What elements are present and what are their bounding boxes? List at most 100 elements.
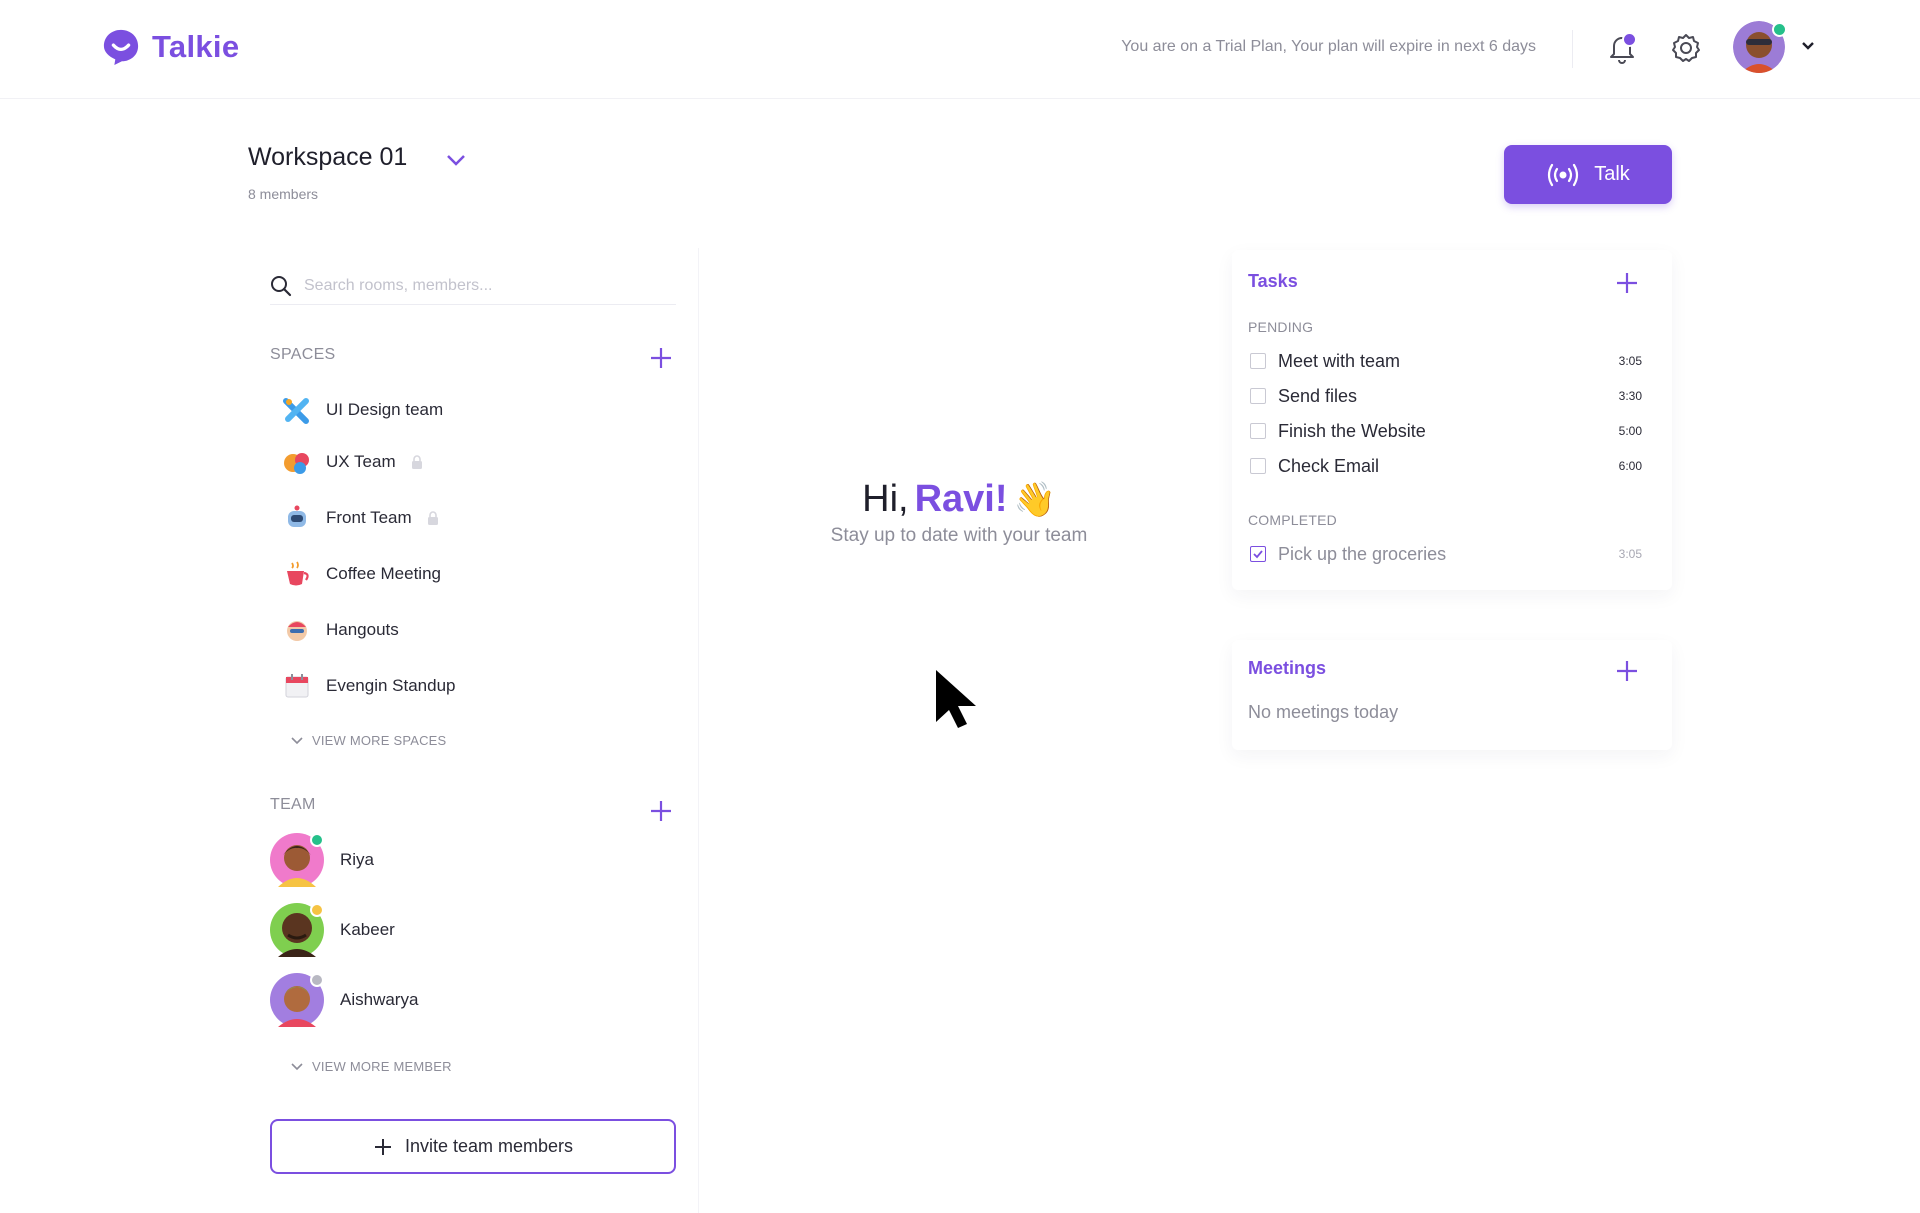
add-meeting-button[interactable]	[1614, 658, 1640, 684]
talk-button-label: Talk	[1594, 163, 1630, 185]
task-checkbox[interactable]	[1250, 423, 1266, 439]
space-label: Coffee Meeting	[326, 564, 441, 583]
lock-icon	[427, 511, 438, 525]
task-checkbox[interactable]	[1250, 388, 1266, 404]
greeting-subtitle: Stay up to date with your team	[830, 525, 1088, 546]
task-label: Pick up the groceries	[1278, 543, 1447, 564]
app-name: Talkie	[152, 29, 240, 64]
trial-notice: You are on a Trial Plan, Your plan will …	[1121, 38, 1536, 55]
chevron-down-icon	[1802, 42, 1814, 50]
team-member-riya[interactable]: Riya	[270, 833, 374, 887]
avatar	[270, 833, 324, 887]
member-name: Aishwarya	[340, 990, 419, 1009]
team-heading: TEAM	[270, 796, 316, 813]
chevron-down-icon	[447, 155, 465, 166]
completed-heading: COMPLETED	[1248, 512, 1337, 528]
task-time: 5:00	[1618, 424, 1642, 438]
profile-menu-toggle[interactable]	[1800, 38, 1816, 59]
meetings-title: Meetings	[1248, 658, 1327, 678]
talk-button[interactable]: Talk	[1504, 145, 1672, 204]
task-time: 3:05	[1618, 547, 1642, 561]
add-task-button[interactable]	[1614, 270, 1640, 296]
status-offline-dot	[310, 973, 324, 987]
task-row[interactable]: Check Email 6:00	[1250, 451, 1642, 481]
space-item-hangouts[interactable]: Hangouts	[282, 614, 399, 646]
settings-button[interactable]	[1668, 30, 1704, 66]
calendar-icon	[285, 674, 309, 698]
chevron-down-icon	[291, 736, 303, 744]
invite-team-members-button[interactable]: Invite team members	[270, 1119, 676, 1174]
avatar	[270, 903, 324, 957]
tasks-title: Tasks	[1248, 271, 1298, 291]
add-member-button[interactable]	[648, 798, 674, 824]
task-checkbox[interactable]	[1250, 353, 1266, 369]
greeting-line: Hi, Ravi! 👋	[862, 478, 1056, 521]
app-logo[interactable]: Talkie	[102, 28, 239, 66]
view-more-members-label: VIEW MORE MEMBER	[312, 1059, 452, 1074]
team-member-aishwarya[interactable]: Aishwarya	[270, 973, 418, 1027]
workspace-name: Workspace 01	[248, 143, 408, 171]
meetings-empty-state: No meetings today	[1248, 702, 1399, 722]
status-online-dot	[310, 833, 324, 847]
plus-icon	[1617, 273, 1637, 293]
space-item-coffee-meeting[interactable]: Coffee Meeting	[282, 558, 441, 590]
view-more-members-link[interactable]: VIEW MORE MEMBER	[290, 1059, 452, 1074]
member-name: Riya	[340, 850, 375, 869]
task-row[interactable]: Meet with team 3:05	[1250, 346, 1642, 376]
plus-icon	[651, 348, 671, 368]
status-away-dot	[310, 903, 324, 917]
view-more-spaces-label: VIEW MORE SPACES	[312, 733, 447, 748]
workspace-members-count: 8 members	[248, 186, 319, 202]
search-input[interactable]: Search rooms, members...	[304, 277, 493, 295]
space-item-evengin-standup[interactable]: Evengin Standup	[282, 670, 456, 702]
party-icon	[287, 621, 307, 641]
greeting-user-name: Ravi!	[914, 478, 1008, 520]
workspace-switcher[interactable]	[444, 148, 468, 177]
space-label: UX Team	[326, 452, 396, 471]
task-row[interactable]: Send files 3:30	[1250, 381, 1642, 411]
completed-task-list: Pick up the groceries 3:05	[1250, 539, 1642, 569]
task-checkbox-checked[interactable]	[1250, 546, 1266, 562]
greeting-prefix: Hi,	[862, 478, 909, 520]
space-label: Evengin Standup	[326, 676, 456, 695]
chevron-down-icon	[291, 1062, 303, 1070]
space-item-ux-team[interactable]: UX Team	[282, 446, 424, 478]
search-bar[interactable]: Search rooms, members...	[270, 268, 676, 305]
spaces-heading: SPACES	[270, 346, 336, 363]
team-member-kabeer[interactable]: Kabeer	[270, 903, 395, 957]
space-item-ui-design-team[interactable]: UI Design team	[282, 394, 443, 426]
plus-icon	[374, 1138, 391, 1155]
task-row[interactable]: Pick up the groceries 3:05	[1250, 539, 1642, 569]
notification-badge	[1622, 32, 1637, 47]
meetings-card	[1232, 640, 1672, 750]
logo-icon	[103, 29, 139, 66]
header-divider	[1572, 30, 1573, 68]
task-row[interactable]: Finish the Website 5:00	[1250, 416, 1642, 446]
search-icon	[271, 276, 292, 297]
palette-icon	[284, 453, 309, 474]
task-checkbox[interactable]	[1250, 458, 1266, 474]
space-item-front-team[interactable]: Front Team	[282, 502, 440, 534]
lock-icon	[411, 455, 422, 469]
view-more-spaces-link[interactable]: VIEW MORE SPACES	[290, 733, 446, 748]
task-label: Finish the Website	[1278, 420, 1426, 441]
greeting: Hi, Ravi! 👋 Stay up to date with your te…	[826, 478, 1092, 547]
mouse-cursor-icon	[936, 670, 976, 728]
task-time: 6:00	[1618, 459, 1642, 473]
task-label: Meet with team	[1278, 350, 1401, 371]
task-label: Check Email	[1278, 455, 1380, 476]
member-name: Kabeer	[340, 920, 395, 939]
space-label: Front Team	[326, 508, 412, 527]
plus-icon	[651, 801, 671, 821]
tools-icon	[283, 398, 309, 424]
plus-icon	[1617, 661, 1637, 681]
gear-icon	[1672, 34, 1700, 62]
task-label: Send files	[1278, 385, 1358, 406]
broadcast-icon	[1548, 163, 1579, 186]
task-time: 3:30	[1618, 389, 1642, 403]
task-time: 3:05	[1618, 354, 1642, 368]
coffee-icon	[287, 561, 309, 586]
add-space-button[interactable]	[648, 345, 674, 371]
space-label: Hangouts	[326, 620, 399, 639]
avatar	[270, 973, 324, 1027]
